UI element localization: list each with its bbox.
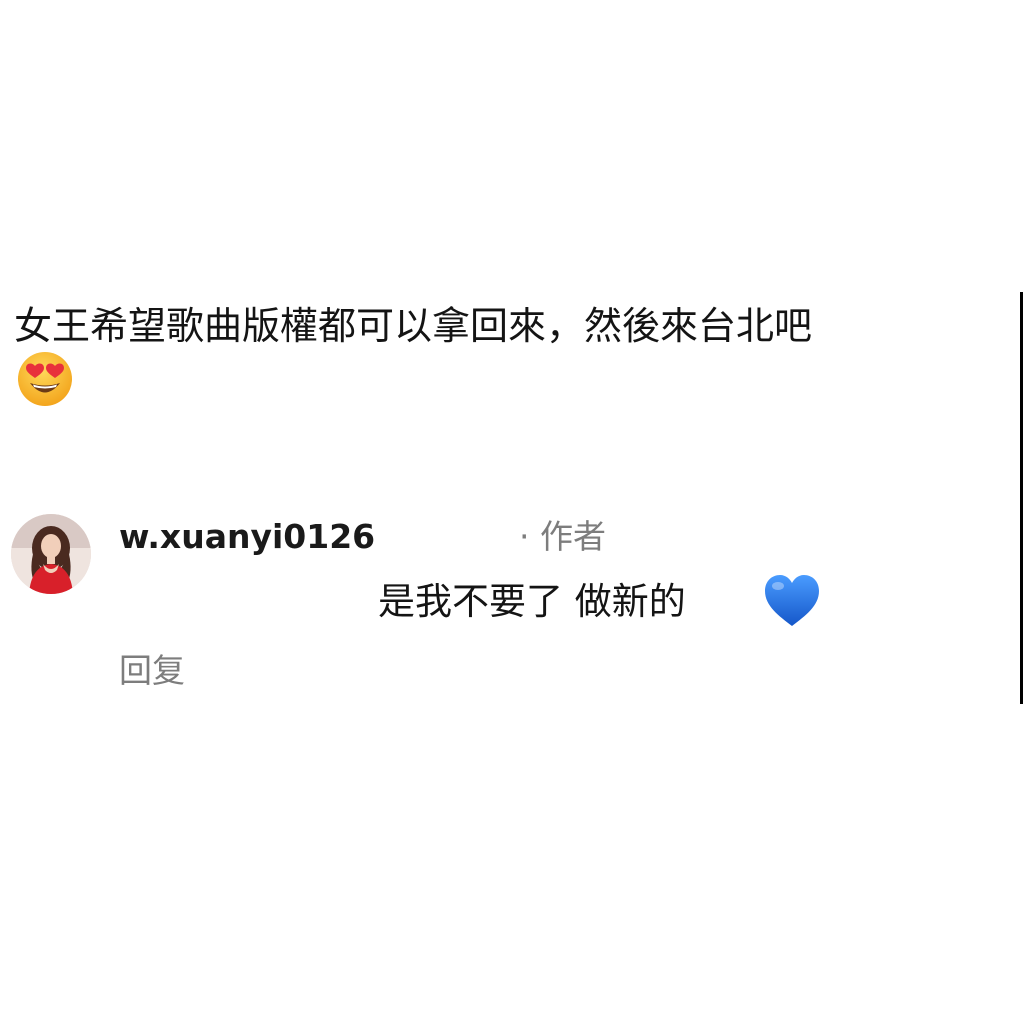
reply-button[interactable]: 回复	[119, 648, 185, 694]
heart-eyes-emoji-icon	[18, 352, 72, 406]
avatar[interactable]	[11, 514, 91, 594]
reply-username[interactable]: w.xuanyi0126	[119, 514, 375, 560]
author-badge: · 作者	[519, 517, 606, 556]
avatar-image	[11, 514, 91, 594]
reply-text: 是我不要了 做新的	[378, 580, 686, 623]
comment-text: 女王希望歌曲版權都可以拿回來，然後來台北吧	[14, 304, 813, 348]
blue-heart-icon	[765, 575, 819, 626]
